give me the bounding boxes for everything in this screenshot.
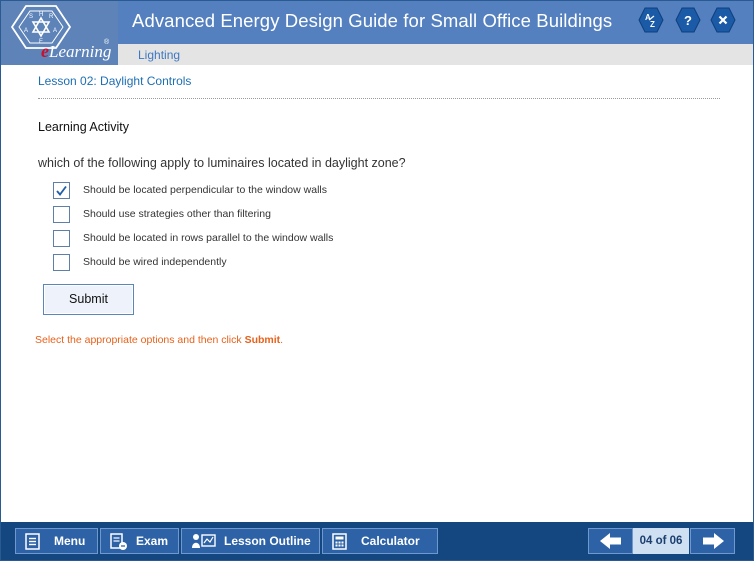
option-1-label: Should be located perpendicular to the w…	[83, 184, 327, 196]
hint-prefix: Select the appropriate options and then …	[35, 334, 245, 346]
help-question-icon: ?	[675, 7, 701, 33]
glossary-button[interactable]: A Z	[638, 7, 664, 33]
arrow-right-icon	[703, 533, 724, 549]
elearning-e: e	[41, 41, 49, 61]
page-indicator: 04 of 06	[633, 528, 689, 554]
menu-list-icon	[25, 533, 40, 550]
option-3-checkbox[interactable]	[53, 230, 70, 247]
elearning-wordmark: eLearning	[41, 41, 111, 62]
logo-letter-1: A	[24, 28, 28, 34]
footer-toolbar: Menu Exam Lesson Outline Calculator 04 o…	[1, 522, 753, 560]
instruction-hint: Select the appropriate options and then …	[35, 334, 283, 346]
option-2-label: Should use strategies other than filteri…	[83, 208, 271, 220]
exam-button[interactable]: Exam	[100, 528, 179, 554]
lesson-outline-button[interactable]: Lesson Outline	[181, 528, 320, 554]
question-text: which of the following apply to luminair…	[38, 156, 406, 170]
close-x-icon	[710, 7, 736, 33]
title-bar: Advanced Energy Design Guide for Small O…	[118, 1, 753, 44]
dotted-divider	[38, 98, 720, 99]
hint-submit: Submit	[244, 334, 281, 346]
help-button[interactable]: ?	[675, 7, 701, 33]
header: A S H R A E eLearning ® Advanced Energy …	[1, 1, 753, 65]
logo-letter-4: R	[49, 14, 54, 20]
logo-letter-5: A	[53, 28, 57, 34]
logo-letter-2: S	[29, 14, 33, 20]
svg-text:?: ?	[684, 13, 692, 28]
option-3-label: Should be located in rows parallel to th…	[83, 232, 334, 244]
menu-button[interactable]: Menu	[15, 528, 98, 554]
calculator-label: Calculator	[361, 534, 420, 548]
close-button[interactable]	[710, 7, 736, 33]
option-2-checkbox[interactable]	[53, 206, 70, 223]
checkmark-icon	[56, 185, 67, 196]
hint-suffix: .	[280, 334, 284, 346]
lesson-title: Lesson 02: Daylight Controls	[38, 74, 192, 88]
logo-letter-3: H	[39, 12, 43, 18]
calculator-icon	[332, 533, 347, 550]
svg-text:Z: Z	[650, 20, 655, 29]
option-4-checkbox[interactable]	[53, 254, 70, 271]
lesson-outline-label: Lesson Outline	[224, 534, 311, 548]
lesson-outline-icon	[192, 534, 216, 548]
module-bar: Lighting	[118, 44, 753, 65]
exam-document-icon	[110, 533, 127, 550]
next-page-button[interactable]	[690, 528, 735, 554]
module-name: Lighting	[138, 48, 181, 62]
option-1-checkbox[interactable]	[53, 182, 70, 199]
glossary-az-icon: A Z	[638, 7, 664, 33]
exam-label: Exam	[136, 534, 169, 548]
registered-mark: ®	[104, 39, 110, 46]
submit-button[interactable]: Submit	[43, 284, 134, 315]
option-4-label: Should be wired independently	[83, 256, 227, 268]
elearning-rest: Learning	[49, 42, 112, 61]
activity-heading: Learning Activity	[38, 120, 130, 134]
menu-label: Menu	[54, 534, 86, 548]
app-window: A S H R A E eLearning ® Advanced Energy …	[0, 0, 754, 561]
arrow-left-icon	[600, 533, 621, 549]
ashrae-elearning-logo: A S H R A E eLearning ®	[1, 1, 118, 65]
course-title: Advanced Energy Design Guide for Small O…	[132, 10, 613, 31]
calculator-button[interactable]: Calculator	[322, 528, 438, 554]
previous-page-button[interactable]	[588, 528, 633, 554]
